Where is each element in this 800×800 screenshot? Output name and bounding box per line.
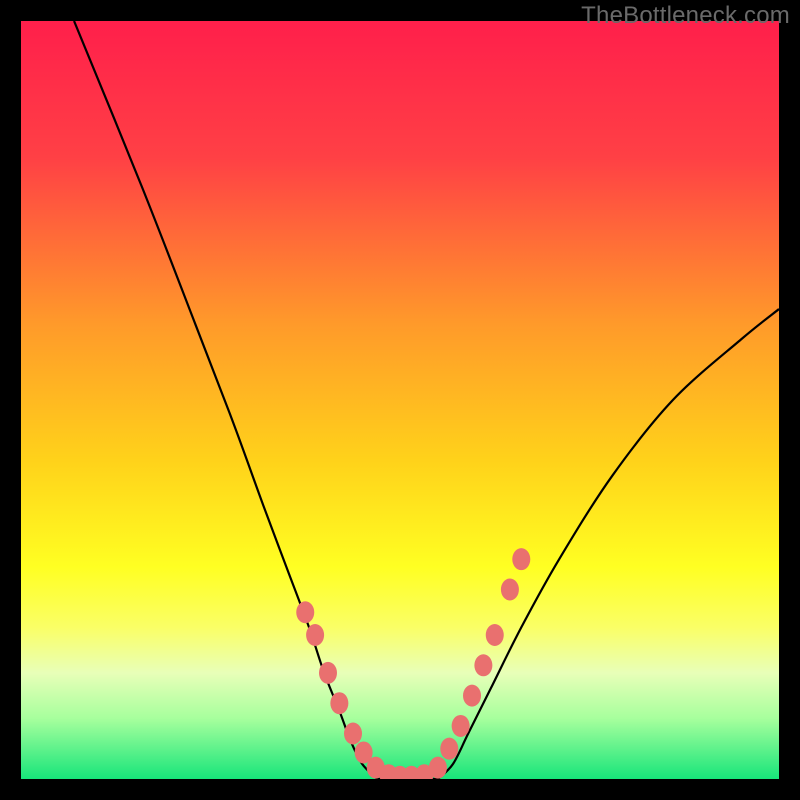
watermark-text: TheBottleneck.com xyxy=(581,2,790,30)
data-marker xyxy=(296,601,314,623)
data-marker xyxy=(474,654,492,676)
chart-svg xyxy=(21,21,779,779)
data-marker xyxy=(306,624,324,646)
chart-plot xyxy=(21,21,779,779)
data-marker xyxy=(330,692,348,714)
chart-background xyxy=(21,21,779,779)
data-marker xyxy=(344,723,362,745)
data-marker xyxy=(512,548,530,570)
chart-frame: TheBottleneck.com xyxy=(0,0,800,800)
data-marker xyxy=(319,662,337,684)
data-marker xyxy=(440,738,458,760)
data-marker xyxy=(463,685,481,707)
data-marker xyxy=(429,757,447,779)
data-marker xyxy=(501,579,519,601)
data-marker xyxy=(452,715,470,737)
data-marker xyxy=(486,624,504,646)
